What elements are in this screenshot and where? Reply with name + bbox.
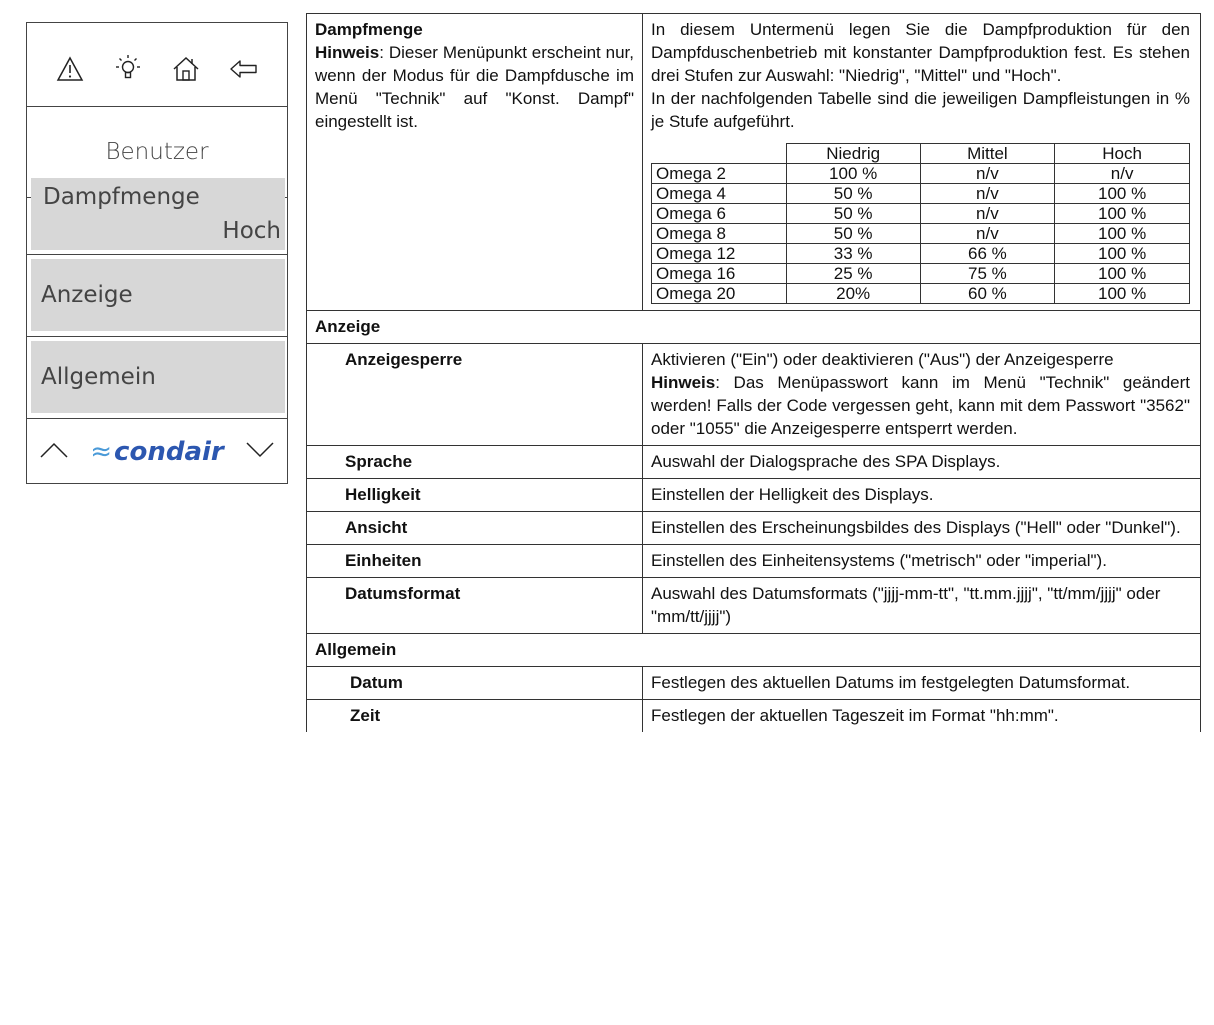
section-heading: Allgemein bbox=[306, 633, 1201, 667]
model-cell: Omega 2 bbox=[651, 163, 787, 184]
model-cell: Omega 8 bbox=[651, 223, 787, 244]
row-anzeigesperre: Anzeigesperre Aktivieren ("Ein") oder de… bbox=[306, 343, 1201, 446]
table-row: Omega 6 50 % n/v 100 % bbox=[651, 203, 1190, 224]
menu-item-label: Allgemein bbox=[41, 364, 156, 390]
waves-icon: ≈ bbox=[90, 437, 113, 467]
section-anzeige: Anzeige bbox=[306, 310, 1201, 344]
setting-desc: Auswahl des Datumsformats ("jjjj-mm-tt",… bbox=[642, 577, 1201, 634]
row-sprache: Sprache Auswahl der Dialogsprache des SP… bbox=[306, 445, 1201, 479]
section-allgemein: Allgemein bbox=[306, 633, 1201, 667]
setting-label: Sprache bbox=[306, 445, 643, 479]
value-cell: 60 % bbox=[919, 283, 1056, 304]
value-cell: 50 % bbox=[785, 183, 921, 204]
setting-desc: Einstellen der Helligkeit des Displays. bbox=[642, 478, 1201, 512]
back-arrow-icon[interactable] bbox=[227, 52, 261, 86]
dampfmenge-title: Dampfmenge bbox=[315, 20, 423, 39]
setting-label: Anzeigesperre bbox=[306, 343, 643, 446]
model-cell: Omega 12 bbox=[651, 243, 787, 264]
home-icon[interactable] bbox=[169, 52, 203, 86]
dampfleistung-table: Niedrig Mittel Hoch Omega 2 100 % n/v n/v Om… bbox=[651, 143, 1190, 304]
value-cell: 20% bbox=[785, 283, 921, 304]
setting-desc: Einstellen des Einheitensystems ("metris… bbox=[642, 544, 1201, 578]
value-cell: 33 % bbox=[785, 243, 921, 264]
model-cell: Omega 4 bbox=[651, 183, 787, 204]
setting-desc: Aktivieren ("Ein") oder deaktivieren ("A… bbox=[642, 343, 1201, 446]
value-cell: 50 % bbox=[785, 223, 921, 244]
column-header: Hoch bbox=[1054, 143, 1190, 164]
column-header: Niedrig bbox=[785, 143, 921, 164]
table-row: Omega 4 50 % n/v 100 % bbox=[651, 183, 1190, 204]
table-row: Omega 2 100 % n/v n/v bbox=[651, 163, 1190, 184]
dampfmenge-note: Hinweis: Dieser Menüpunkt erscheint nur,… bbox=[315, 43, 634, 131]
value-cell: 50 % bbox=[785, 203, 921, 224]
section-heading: Anzeige bbox=[306, 310, 1201, 344]
setting-label: Datum bbox=[306, 666, 643, 700]
device-display: Benutzer Dampfmenge Hoch Anzeige Allgeme… bbox=[26, 22, 288, 484]
table-row: Omega 12 33 % 66 % 100 % bbox=[651, 243, 1190, 264]
menu-item-dampfmenge[interactable]: Dampfmenge Hoch bbox=[31, 178, 285, 250]
condair-logo: ≈ condair bbox=[90, 437, 224, 467]
device-nav-bar: ≈ condair bbox=[27, 421, 287, 483]
value-cell: n/v bbox=[919, 223, 1056, 244]
table-header-row: Niedrig Mittel Hoch bbox=[651, 143, 1190, 164]
value-cell: 66 % bbox=[919, 243, 1056, 264]
model-cell: Omega 20 bbox=[651, 283, 787, 304]
menu-item-allgemein[interactable]: Allgemein bbox=[31, 341, 285, 413]
model-cell: Omega 6 bbox=[651, 203, 787, 224]
table-row: Omega 8 50 % n/v 100 % bbox=[651, 223, 1190, 244]
chevron-up-icon[interactable] bbox=[39, 441, 69, 464]
value-cell: 100 % bbox=[785, 163, 921, 184]
row-helligkeit: Helligkeit Einstellen der Helligkeit des… bbox=[306, 478, 1201, 512]
warning-icon[interactable] bbox=[53, 52, 87, 86]
menu-item-anzeige[interactable]: Anzeige bbox=[31, 259, 285, 331]
row-datum: Datum Festlegen des aktuellen Datums im … bbox=[306, 666, 1201, 700]
row-einheiten: Einheiten Einstellen des Einheitensystem… bbox=[306, 544, 1201, 578]
setting-label: Helligkeit bbox=[306, 478, 643, 512]
table-row: Omega 20 20% 60 % 100 % bbox=[651, 283, 1190, 304]
value-cell: 100 % bbox=[1054, 283, 1190, 304]
value-cell: 100 % bbox=[1054, 223, 1190, 244]
row-zeit: Zeit Festlegen der aktuellen Tageszeit i… bbox=[306, 699, 1201, 732]
dampfmenge-desc-2: In der nachfolgenden Tabelle sind die je… bbox=[651, 89, 1190, 131]
column-header: Mittel bbox=[919, 143, 1056, 164]
device-icon-bar bbox=[27, 23, 287, 107]
setting-desc: Festlegen der aktuellen Tageszeit im For… bbox=[642, 699, 1201, 732]
divider bbox=[27, 254, 287, 255]
divider bbox=[27, 336, 287, 337]
model-cell: Omega 16 bbox=[651, 263, 787, 284]
menu-item-value: Hoch bbox=[222, 218, 281, 244]
menu-item-label: Dampfmenge bbox=[43, 184, 200, 210]
dampfmenge-desc: In diesem Untermenü legen Sie die Dampfp… bbox=[651, 20, 1190, 85]
dampfmenge-label-cell: Dampfmenge Hinweis: Dieser Menüpunkt ers… bbox=[306, 13, 643, 311]
row-dampfmenge: Dampfmenge Hinweis: Dieser Menüpunkt ers… bbox=[306, 13, 1201, 311]
chevron-down-icon[interactable] bbox=[245, 441, 275, 464]
setting-label: Ansicht bbox=[306, 511, 643, 545]
row-datumsformat: Datumsformat Auswahl des Datumsformats (… bbox=[306, 577, 1201, 634]
value-cell: 100 % bbox=[1054, 203, 1190, 224]
value-cell: n/v bbox=[919, 183, 1056, 204]
value-cell: 100 % bbox=[1054, 183, 1190, 204]
divider bbox=[27, 418, 287, 419]
value-cell: 75 % bbox=[919, 263, 1056, 284]
setting-label: Einheiten bbox=[306, 544, 643, 578]
value-cell: 100 % bbox=[1054, 263, 1190, 284]
value-cell: 25 % bbox=[785, 263, 921, 284]
value-cell: n/v bbox=[1054, 163, 1190, 184]
setting-desc: Einstellen des Erscheinungsbildes des Di… bbox=[642, 511, 1201, 545]
dampfmenge-desc-cell: In diesem Untermenü legen Sie die Dampfp… bbox=[642, 13, 1201, 311]
value-cell: 100 % bbox=[1054, 243, 1190, 264]
settings-table: Dampfmenge Hinweis: Dieser Menüpunkt ers… bbox=[306, 13, 1201, 732]
menu-item-label: Anzeige bbox=[41, 282, 133, 308]
setting-label: Datumsformat bbox=[306, 577, 643, 634]
setting-label: Zeit bbox=[306, 699, 643, 732]
value-cell: n/v bbox=[919, 163, 1056, 184]
setting-desc: Festlegen des aktuellen Datums im festge… bbox=[642, 666, 1201, 700]
table-row: Omega 16 25 % 75 % 100 % bbox=[651, 263, 1190, 284]
value-cell: n/v bbox=[919, 203, 1056, 224]
anzeigesperre-note: Hinweis: Das Menüpasswort kann im Menü "… bbox=[651, 373, 1190, 438]
bulb-icon[interactable] bbox=[111, 52, 145, 86]
row-ansicht: Ansicht Einstellen des Erscheinungsbilde… bbox=[306, 511, 1201, 545]
setting-desc: Auswahl der Dialogsprache des SPA Displa… bbox=[642, 445, 1201, 479]
